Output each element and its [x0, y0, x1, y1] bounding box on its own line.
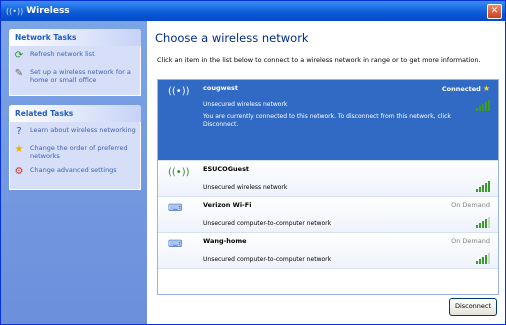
network-tasks-panel: Network Tasks ⟳ Refresh network list ✎ S… — [9, 29, 141, 96]
network-item-wang-home[interactable]: ⌨ Wang-home On Demand Unsecured computer… — [158, 233, 498, 269]
change-network-order-link[interactable]: ★ Change the order of preferred networks — [13, 144, 137, 160]
computer-to-computer-icon: ⌨ — [168, 203, 183, 214]
network-security: Unsecured wireless network — [203, 184, 288, 191]
network-name: cougwest — [203, 84, 238, 92]
wireless-window: ((•)) Wireless ✕ Network Tasks ⟳ Refresh… — [0, 0, 506, 325]
wireless-network-icon: ((•)) — [168, 86, 190, 97]
setup-network-icon: ✎ — [14, 68, 24, 79]
task-label: Set up a wireless network for a home or … — [30, 68, 131, 84]
page-title: Choose a wireless network — [155, 31, 309, 45]
network-tasks-title[interactable]: Network Tasks — [9, 29, 141, 46]
sidebar: Network Tasks ⟳ Refresh network list ✎ S… — [1, 21, 147, 324]
network-security: Unsecured wireless network — [203, 101, 288, 108]
computer-to-computer-icon: ⌨ — [168, 239, 183, 250]
wireless-network-icon: ((•)) — [168, 167, 190, 178]
network-status: Connected ★ — [441, 84, 490, 93]
network-list[interactable]: ((•)) cougwest Connected ★ Unsecured wire… — [157, 79, 499, 295]
network-security: Unsecured computer-to-computer network — [203, 220, 332, 227]
network-item-esucoguest[interactable]: ((•)) ESUCOGuest Unsecured wireless netw… — [158, 161, 498, 197]
learn-about-wireless-link[interactable]: ? Learn about wireless networking — [13, 126, 137, 138]
disconnect-button[interactable]: Disconnect — [449, 298, 497, 316]
signal-strength-icon — [476, 253, 490, 264]
network-item-cougwest[interactable]: ((•)) cougwest Connected ★ Unsecured wire… — [158, 80, 498, 161]
star-icon: ★ — [482, 84, 490, 93]
signal-strength-icon — [476, 100, 490, 111]
signal-strength-icon — [476, 217, 490, 228]
instructions-text: Click an item in the list below to conne… — [157, 56, 481, 64]
network-message: You are currently connected to this netw… — [203, 113, 451, 128]
network-item-verizon-wifi[interactable]: ⌨ Verizon Wi-Fi On Demand Unsecured comp… — [158, 197, 498, 233]
task-label: Refresh network list — [30, 50, 95, 58]
main-content: Choose a wireless network Click an item … — [147, 21, 505, 324]
task-label: Change advanced settings — [30, 166, 117, 174]
related-tasks-title[interactable]: Related Tasks — [9, 105, 141, 122]
network-status: On Demand — [451, 201, 490, 209]
close-button[interactable]: ✕ — [487, 3, 502, 19]
setup-wireless-network-link[interactable]: ✎ Set up a wireless network for a home o… — [13, 68, 137, 84]
signal-strength-icon — [476, 181, 490, 192]
task-label: Learn about wireless networking — [30, 126, 136, 134]
network-status: On Demand — [451, 237, 490, 245]
settings-icon: ⚙ — [14, 166, 24, 177]
network-name: Verizon Wi-Fi — [203, 201, 252, 209]
wireless-title-icon: ((•)) — [6, 6, 24, 16]
star-icon: ★ — [14, 144, 24, 155]
network-name: ESUCOGuest — [203, 165, 250, 173]
task-label: Change the order of preferred networks — [30, 144, 128, 160]
refresh-network-list-link[interactable]: ⟳ Refresh network list — [13, 50, 137, 62]
network-name: Wang-home — [203, 237, 247, 245]
title-bar: ((•)) Wireless ✕ — [1, 1, 505, 21]
window-title: Wireless — [26, 6, 70, 16]
change-advanced-settings-link[interactable]: ⚙ Change advanced settings — [13, 166, 137, 178]
related-tasks-panel: Related Tasks ? Learn about wireless net… — [9, 105, 141, 190]
refresh-icon: ⟳ — [14, 50, 24, 61]
network-security: Unsecured computer-to-computer network — [203, 256, 332, 263]
help-icon: ? — [16, 126, 22, 137]
